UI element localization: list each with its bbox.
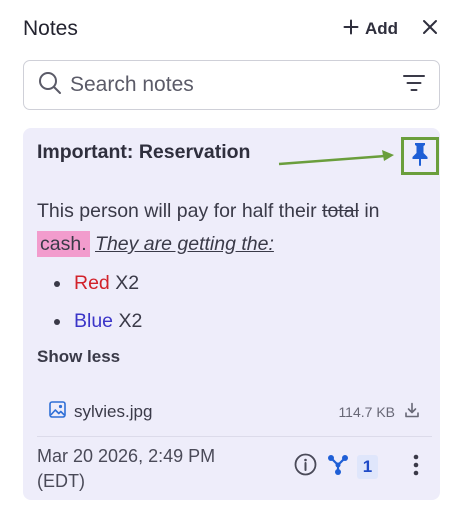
add-note-button[interactable]: Add [343,19,398,40]
attachment-name[interactable]: sylvies.jpg [74,402,338,422]
search-input[interactable] [70,73,401,97]
note-paragraph: This person will pay for half their tota… [37,195,432,261]
image-icon [49,401,66,423]
plus-icon [343,19,359,40]
panel-header: Notes Add [23,14,440,44]
list-item-colored-text: Blue [74,310,114,332]
attachment-size: 114.7 KB [338,404,395,420]
list-item-text: X2 [118,310,143,332]
note-footer-actions: 1 [293,453,422,481]
show-less-button[interactable]: Show less [37,347,120,367]
card-divider [37,436,432,437]
linked-items-count: 1 [357,455,378,479]
italic-underlined-text: They are getting the: [95,233,274,255]
list-item-text: X2 [115,272,140,294]
note-card[interactable]: Important: Reservation This person will … [23,128,440,500]
filter-icon [403,74,425,97]
download-icon [404,402,420,423]
note-timestamp: Mar 20 2026, 2:49 PM (EDT) [37,444,215,494]
close-icon [422,19,438,40]
more-vertical-icon [413,454,419,481]
filter-button[interactable] [401,72,427,98]
attachment-row: sylvies.jpg 114.7 KB [49,399,421,425]
note-body: This person will pay for half their tota… [37,195,432,341]
panel-title: Notes [23,17,78,40]
info-icon [294,453,317,481]
timestamp-zone: (EDT) [37,471,85,491]
highlighted-text: cash. [37,231,90,257]
note-title: Important: Reservation [37,141,251,163]
note-text-part2: in [364,200,380,222]
note-bullet-list: Red X2 Blue X2 [37,265,432,341]
search-icon [38,71,62,100]
list-item: Blue X2 [37,303,432,341]
info-button[interactable] [293,453,317,481]
linked-items-button[interactable] [326,454,350,481]
strikethrough-text: total [322,200,359,222]
timestamp-date: Mar 20 2026, 2:49 PM [37,446,216,466]
note-text-part1: This person will pay for half their [37,200,317,222]
download-button[interactable] [403,402,421,423]
more-options-button[interactable] [410,454,422,481]
add-button-label: Add [364,19,398,38]
list-item: Red X2 [37,265,432,303]
pin-button[interactable] [401,137,439,175]
pin-icon [410,142,430,171]
close-button[interactable] [420,19,440,39]
list-item-colored-text: Red [74,272,110,294]
search-box [23,60,440,110]
link-icon [327,454,349,481]
